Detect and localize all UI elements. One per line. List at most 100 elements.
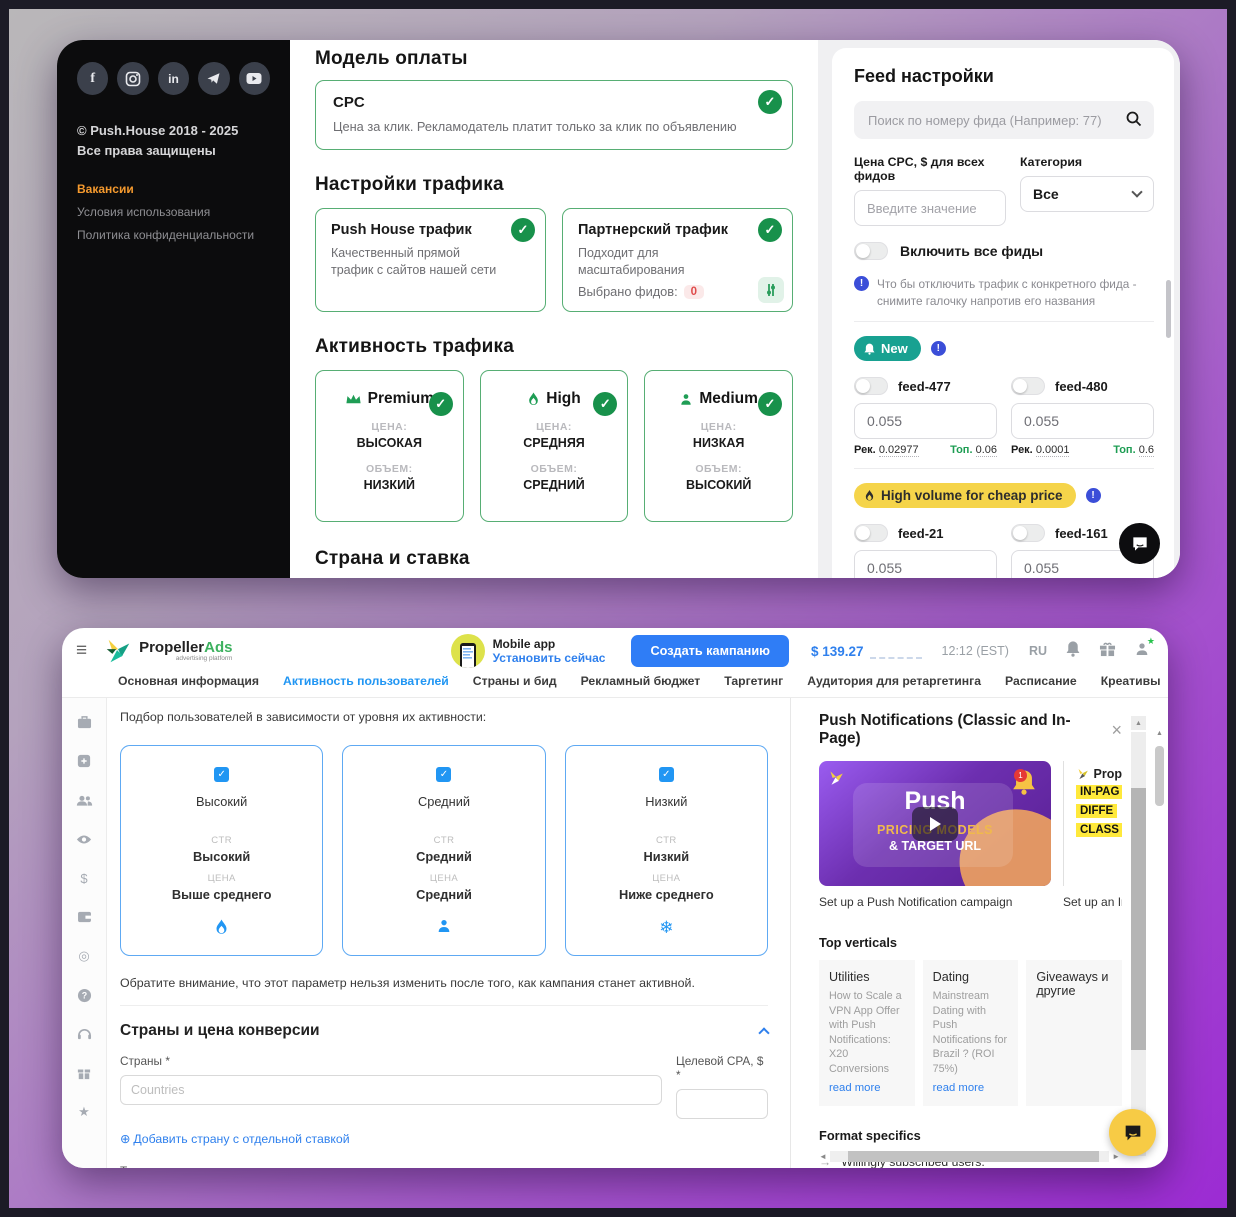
inpage-video-thumbnail[interactable]: Prop IN-PAG DIFFE CLASS	[1063, 761, 1122, 886]
cpc-model-card[interactable]: CPC Цена за клик. Рекламодатель платит т…	[315, 80, 793, 150]
ads-icon[interactable]	[77, 753, 91, 769]
partner-traffic-card[interactable]: Партнерский трафик Подходит для масштаби…	[562, 208, 793, 312]
instagram-icon[interactable]	[117, 62, 148, 95]
scroll-up-arrow[interactable]: ▲	[1131, 716, 1146, 730]
tab-schedule[interactable]: Расписание	[1005, 674, 1077, 688]
target-icon[interactable]: ◎	[78, 948, 89, 964]
tab-retargeting-audience[interactable]: Аудитория для ретаргетинга	[807, 674, 981, 688]
balance-dashed-field[interactable]	[870, 647, 922, 659]
linkedin-icon[interactable]: in	[158, 62, 189, 95]
profile-icon[interactable]: ★	[1134, 641, 1150, 662]
activity-card-medium[interactable]: Medium ЦЕНА: НИЗКАЯ ОБЪЕМ: ВЫСОКИЙ ✓	[644, 370, 793, 522]
feed-toggle[interactable]	[1011, 377, 1045, 395]
tab-main-info[interactable]: Основная информация	[118, 674, 259, 688]
scroll-right-arrow[interactable]: ►	[1112, 1152, 1120, 1161]
feed-toggle[interactable]	[1011, 524, 1045, 542]
feed-toggle[interactable]	[854, 377, 888, 395]
check-glyph: ✓	[518, 222, 529, 238]
tab-budget[interactable]: Рекламный бюджет	[581, 674, 701, 688]
support-headset-icon[interactable]	[77, 1026, 92, 1042]
chat-widget-button[interactable]	[1119, 523, 1160, 564]
feed-bid-input[interactable]	[854, 550, 997, 578]
add-country-link[interactable]: ⊕Добавить страну с отдельной ставкой	[120, 1132, 768, 1146]
top-value[interactable]: 0.6	[1139, 444, 1154, 457]
favorites-star-icon[interactable]: ★	[78, 1104, 90, 1120]
terms-link[interactable]: Условия использования	[77, 205, 270, 219]
create-campaign-button[interactable]: Создать кампанию	[631, 635, 789, 667]
vertical-desc: How to Scale a VPN App Offer with Push N…	[829, 989, 905, 1076]
campaign-form: Подбор пользователей в зависимости от ур…	[107, 698, 790, 1168]
cpc-model-name: CPC	[333, 94, 744, 111]
scroll-up-arrow[interactable]: ▲	[1155, 730, 1164, 737]
close-icon[interactable]: ×	[1111, 720, 1122, 741]
tab-countries-bid[interactable]: Страны и бид	[473, 674, 557, 688]
activity-card-high[interactable]: ✓ Высокий CTR Высокий ЦЕНА Выше среднего	[120, 745, 323, 956]
scrollbar-thumb[interactable]	[1166, 280, 1171, 338]
feed-item: feed-480 Рек. 0.0001Топ. 0.6	[1011, 377, 1154, 456]
audiences-icon[interactable]	[76, 792, 93, 808]
collapse-chevron-icon[interactable]	[758, 1027, 769, 1038]
gifts-box-icon[interactable]	[77, 1065, 91, 1081]
feed-bid-input[interactable]	[1011, 403, 1154, 439]
scrollbar-thumb[interactable]	[1131, 788, 1146, 1050]
install-now-link[interactable]: Установить сейчас	[493, 651, 606, 665]
feed-note-text: Что бы отключить трафик с конкретного фи…	[877, 276, 1154, 309]
play-button[interactable]	[912, 807, 958, 841]
search-icon[interactable]	[1126, 111, 1142, 132]
push-video-thumbnail[interactable]: 1 Push PRICING MODELS & TARGET URL	[819, 761, 1051, 886]
tab-targeting[interactable]: Таргетинг	[724, 674, 783, 688]
cpc-all-input[interactable]	[854, 190, 1006, 226]
gifts-icon[interactable]	[1099, 641, 1116, 662]
target-cpa-input[interactable]	[676, 1089, 768, 1119]
language-selector[interactable]: RU	[1029, 644, 1047, 658]
checkbox-checked[interactable]: ✓	[214, 767, 229, 782]
category-select[interactable]: Все	[1020, 176, 1154, 212]
countries-input[interactable]	[120, 1075, 662, 1105]
feed-search-input[interactable]	[854, 101, 1154, 139]
read-more-link[interactable]: read more	[933, 1082, 1009, 1094]
propellerads-logo[interactable]: PropellerAds advertising platform	[103, 636, 232, 666]
activity-card-premium[interactable]: Premium ЦЕНА: ВЫСОКАЯ ОБЪЕМ: НИЗКИЙ ✓	[315, 370, 464, 522]
balance-amount[interactable]: $ 139.27	[811, 644, 864, 659]
tracking-eye-icon[interactable]	[76, 831, 92, 847]
pushhouse-traffic-card[interactable]: Push House трафик Качественный прямой тр…	[315, 208, 546, 312]
feed-bid-input[interactable]	[854, 403, 997, 439]
campaigns-briefcase-icon[interactable]	[77, 714, 92, 730]
top-value[interactable]: 0.06	[976, 444, 997, 457]
payments-dollar-icon[interactable]: $	[80, 870, 87, 886]
scroll-left-arrow[interactable]: ◄	[819, 1152, 827, 1161]
rec-value[interactable]: 0.0001	[1036, 444, 1070, 457]
tab-user-activity[interactable]: Активность пользователей	[283, 674, 449, 688]
notifications-bell-icon[interactable]	[1065, 640, 1081, 662]
chat-widget-button[interactable]	[1109, 1109, 1156, 1156]
scrollbar-thumb[interactable]	[848, 1151, 1099, 1162]
page-scrollbar[interactable]: ▲	[1155, 732, 1164, 882]
help-panel-scrollbar[interactable]: ▲ ▼	[1131, 732, 1146, 1154]
feed-name: feed-21	[898, 526, 944, 541]
cpc-model-desc: Цена за клик. Рекламодатель платит тольк…	[333, 118, 744, 135]
activity-card-medium[interactable]: ✓ Средний CTR Средний ЦЕНА Средний	[342, 745, 545, 956]
wallet-icon[interactable]	[77, 909, 92, 925]
info-icon[interactable]: !	[931, 341, 946, 356]
telegram-icon[interactable]	[198, 62, 229, 95]
help-icon[interactable]: ?	[77, 987, 92, 1003]
volume-label: ОБЪЕМ:	[324, 463, 455, 475]
rec-value[interactable]: 0.02977	[879, 444, 919, 457]
horizontal-scrollbar[interactable]: ◄ ►	[819, 1150, 1120, 1163]
scrollbar-thumb[interactable]	[1155, 746, 1164, 806]
hamburger-menu-icon[interactable]: ≡	[76, 640, 87, 662]
checkbox-checked[interactable]: ✓	[659, 767, 674, 782]
info-icon[interactable]: !	[1086, 488, 1101, 503]
youtube-icon[interactable]	[239, 62, 270, 95]
activity-card-high[interactable]: High ЦЕНА: СРЕДНЯЯ ОБЪЕМ: СРЕДНИЙ ✓	[480, 370, 629, 522]
privacy-link[interactable]: Политика конфиденциальности	[77, 228, 270, 242]
enable-all-feeds-toggle[interactable]	[854, 242, 888, 260]
checkbox-checked[interactable]: ✓	[436, 767, 451, 782]
tab-creatives[interactable]: Креативы	[1101, 674, 1161, 688]
activity-card-low[interactable]: ✓ Низкий CTR Низкий ЦЕНА Ниже среднего ❄	[565, 745, 768, 956]
facebook-icon[interactable]: f	[77, 62, 108, 95]
read-more-link[interactable]: read more	[829, 1082, 905, 1094]
feed-filter-button[interactable]	[758, 277, 784, 303]
vacancies-link[interactable]: Вакансии	[77, 182, 270, 196]
feed-toggle[interactable]	[854, 524, 888, 542]
